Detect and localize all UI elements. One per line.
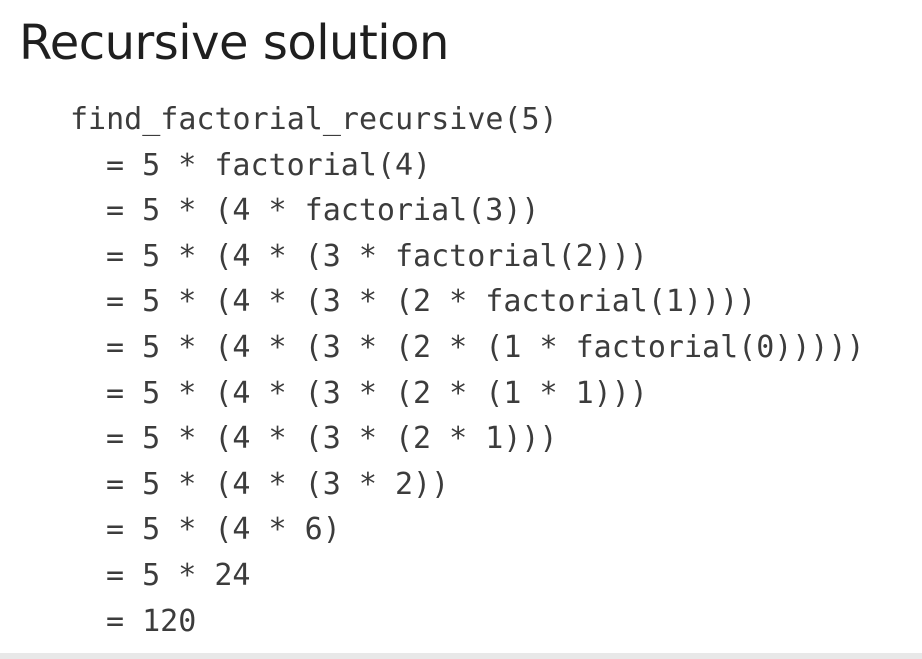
expansion-step: = 5 * factorial(4)	[106, 147, 432, 183]
expansion-step: = 5 * (4 * (3 * factorial(2)))	[106, 238, 648, 274]
evaluation-step: = 5 * (4 * (3 * 2))	[106, 466, 450, 502]
evaluation-step: = 5 * (4 * (3 * (2 * (1 * 1)))	[106, 375, 648, 411]
expansion-step: = 5 * (4 * (3 * (2 * factorial(1))))	[106, 284, 757, 320]
bottom-divider	[0, 653, 922, 659]
expansion-step: = 5 * (4 * (3 * (2 * (1 * factorial(0)))…	[106, 329, 865, 365]
evaluation-step: = 5 * 24	[106, 557, 251, 593]
evaluation-step: = 5 * (4 * (3 * (2 * 1)))	[106, 421, 558, 457]
final-result-step: = 120	[106, 603, 197, 639]
function-call-line: find_factorial_recursive(5)	[70, 102, 558, 137]
code-block: find_factorial_recursive(5) = 5 * factor…	[70, 97, 865, 644]
slide-title: Recursive solution	[19, 15, 449, 71]
evaluation-step: = 5 * (4 * 6)	[106, 512, 341, 548]
expansion-step: = 5 * (4 * factorial(3))	[106, 193, 540, 229]
